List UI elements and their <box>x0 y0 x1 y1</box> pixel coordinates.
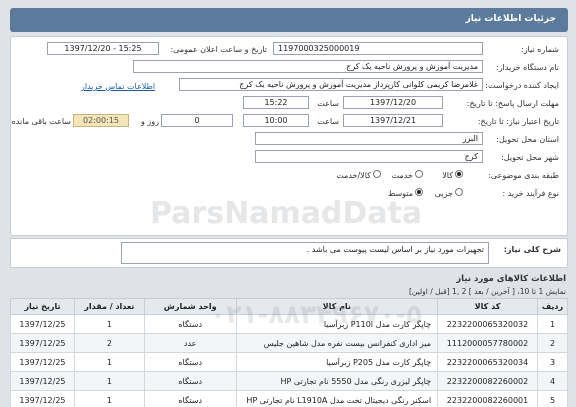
quantity-cell: 1 <box>73 390 145 407</box>
quantity-cell: 1 <box>73 314 145 334</box>
remaining-time-field: 02:00:15 <box>73 114 129 127</box>
buyer-contact-link[interactable]: اطلاعات تماس خریدار <box>81 82 155 91</box>
page-title: جزئیات اطلاعات نیاز <box>465 14 556 24</box>
need-date-cell: 1397/12/25 <box>10 333 75 353</box>
table-row[interactable]: 1397/12/25 1 دستگاه چاپگر کارت مدل P110i زب… <box>10 314 569 334</box>
validity-label: تاریخ اعتبار نیاز: تا تاریخ: <box>477 117 559 126</box>
item-code-cell: 2232200082260002 <box>437 371 538 391</box>
reply-date-field: 1397/12/20 <box>343 96 443 109</box>
table-row[interactable]: 1397/12/25 1 دستگاه اسکنر رنگی دیجیتال تخت … <box>10 390 569 407</box>
index-cell: 1 <box>536 314 569 334</box>
reply-time-label: ساعت <box>317 99 339 108</box>
col-quantity: تعداد / مقدار <box>73 298 145 315</box>
province-label: استان محل تحویل: <box>496 135 559 144</box>
table-row[interactable]: 1397/12/25 1 دستگاه چاپگر کارت مدل P205 زبر… <box>10 352 569 372</box>
need-number-label: شماره نیاز: <box>521 45 559 54</box>
table-row[interactable]: 1397/12/25 1 دستگاه چاپگر لیزری رنگی مدل 55… <box>10 371 569 391</box>
description-label: شرح کلی نیاز: <box>503 245 561 254</box>
process-radio-medium[interactable] <box>415 188 423 196</box>
process-radio-minor[interactable] <box>455 188 463 196</box>
col-unit: واحد شمارش <box>143 298 237 315</box>
province-field: البرز <box>255 132 483 145</box>
validity-time-label: ساعت <box>317 117 339 126</box>
creator-field: غلامرضا کریمی کلوانی کارپرداز مدیریت آمو… <box>179 78 483 91</box>
item-name-cell: چاپگر کارت مدل P205 زبرآسیا <box>235 352 439 372</box>
quantity-cell: 2 <box>73 333 145 353</box>
announce-field: 1397/12/20 - 15:25 <box>47 42 159 55</box>
city-field: کرج <box>255 150 483 163</box>
days-label: روز و <box>141 117 159 126</box>
unit-cell: دستگاه <box>143 352 237 372</box>
category-radio-goods-service[interactable] <box>373 170 381 178</box>
item-code-cell: 1112000057780002 <box>437 333 538 353</box>
item-name-cell: میز اداری کنفرانس بیست نفره مدل شاهین جل… <box>235 333 439 353</box>
item-code-cell: 2232200065320034 <box>437 352 538 372</box>
index-cell: 4 <box>536 371 569 391</box>
reply-deadline-label: مهلت ارسال پاسخ: تا تاریخ: <box>466 99 559 108</box>
process-option-medium: متوسط <box>387 189 413 198</box>
description-box: شرح کلی نیاز: تجهیزات مورد نیاز بر اساس … <box>10 238 568 268</box>
item-code-cell: 2232200065320032 <box>437 314 538 334</box>
index-cell: 3 <box>536 352 569 372</box>
buyer-org-label: نام دستگاه خریدار: <box>496 63 559 72</box>
unit-cell: دستگاه <box>143 371 237 391</box>
quantity-cell: 1 <box>73 371 145 391</box>
city-label: شهر محل تحویل: <box>501 153 559 162</box>
quantity-cell: 1 <box>73 352 145 372</box>
item-name-cell: اسکنر رنگی دیجیتال تخت مدل L1910A نام تج… <box>235 390 439 407</box>
col-item-name: نام کالا <box>235 298 439 315</box>
process-option-minor: جزیی <box>434 189 453 198</box>
index-cell: 5 <box>536 390 569 407</box>
col-need-date: تاریخ نیاز <box>10 298 75 315</box>
description-field: تجهیزات مورد نیاز بر اساس لیست پیوست می … <box>121 242 489 264</box>
category-label: طبقه بندی موضوعی: <box>488 171 559 180</box>
reply-time-field: 15:22 <box>243 96 309 109</box>
need-date-cell: 1397/12/25 <box>10 371 75 391</box>
item-name-cell: چاپگر کارت مدل P110i زبرآسیا <box>235 314 439 334</box>
buyer-org-field: مدیریت آموزش و پرورش ناحیه یک کرج <box>133 60 483 73</box>
unit-cell: دستگاه <box>143 390 237 407</box>
header-bar: جزئیات اطلاعات نیاز <box>10 8 568 32</box>
col-index: ردیف <box>536 298 569 315</box>
items-table: تاریخ نیاز تعداد / مقدار واحد شمارش نام … <box>10 298 569 407</box>
creator-label: ایجاد کننده درخواست: <box>485 81 559 90</box>
need-date-cell: 1397/12/25 <box>10 390 75 407</box>
items-table-header: تاریخ نیاز تعداد / مقدار واحد شمارش نام … <box>10 298 569 315</box>
remaining-time-label: ساعت باقی مانده <box>11 117 71 126</box>
item-name-cell: چاپگر لیزری رنگی مدل 5550 نام تجارتی HP <box>235 371 439 391</box>
unit-cell: دستگاه <box>143 314 237 334</box>
need-number-field: 1197000325000019 <box>273 42 483 55</box>
category-radio-goods[interactable] <box>455 170 463 178</box>
unit-cell: عدد <box>143 333 237 353</box>
need-date-cell: 1397/12/25 <box>10 314 75 334</box>
page-header: جزئیات اطلاعات نیاز <box>0 0 576 38</box>
category-radio-service[interactable] <box>415 170 423 178</box>
index-cell: 2 <box>536 333 569 353</box>
category-option-service: خدمت <box>391 171 413 180</box>
days-field: 0 <box>161 114 233 127</box>
category-option-goods: کالا <box>442 171 453 180</box>
validity-date-field: 1397/12/21 <box>343 114 443 127</box>
validity-time-field: 10:00 <box>243 114 309 127</box>
item-code-cell: 2232200082260001 <box>437 390 538 407</box>
items-section-title: اطلاعات کالاهای مورد نیاز <box>456 274 566 284</box>
process-label: نوع فرآیند خرید : <box>502 189 559 198</box>
category-option-goods-service: کالا/خدمت <box>336 171 371 180</box>
need-details-panel: شماره نیاز: 1197000325000019 تاریخ و ساع… <box>10 36 568 236</box>
table-row[interactable]: 1397/12/25 2 عدد میز اداری کنفرانس بیست نفر… <box>10 333 569 353</box>
items-pager[interactable]: نمایش 1 تا 10، [ آخرین / بعد ] 2 ,1 [قبل… <box>409 287 566 296</box>
col-item-code: کد کالا <box>437 298 538 315</box>
announce-label: تاریخ و ساعت اعلان عمومی: <box>170 45 267 54</box>
need-date-cell: 1397/12/25 <box>10 352 75 372</box>
